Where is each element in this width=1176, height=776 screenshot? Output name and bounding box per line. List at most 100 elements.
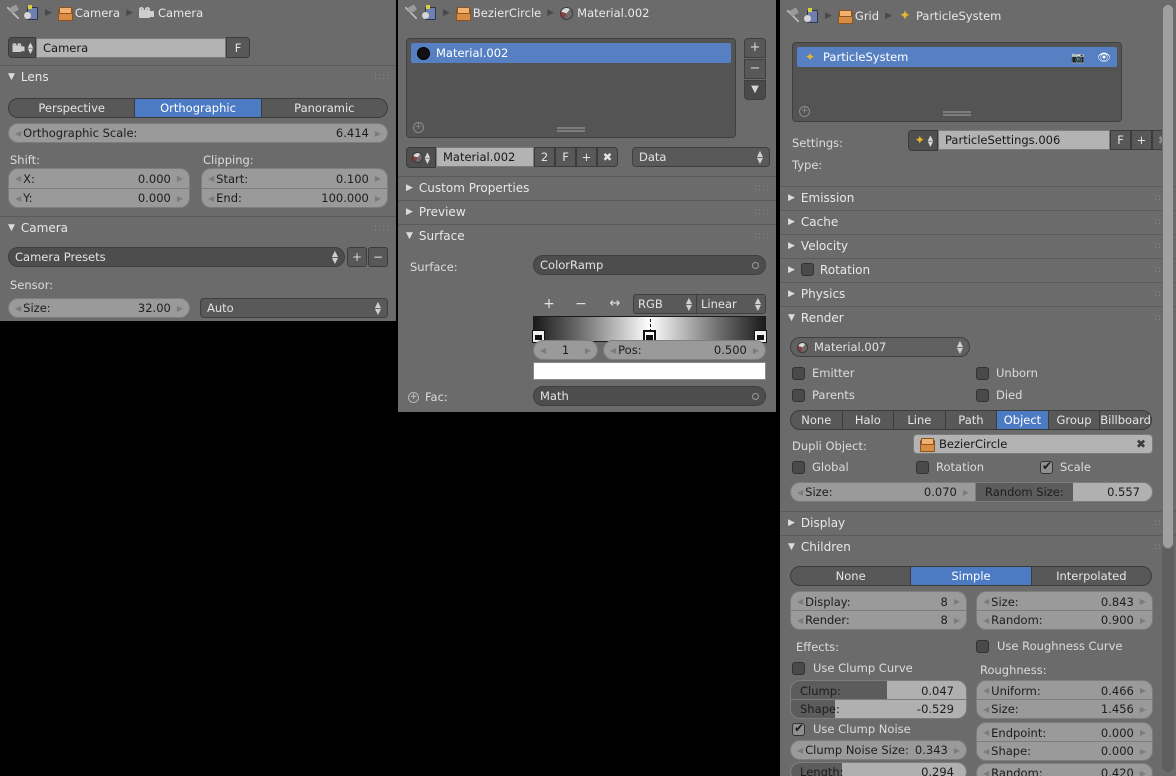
increment-arrow-icon[interactable]: ▶ bbox=[753, 346, 759, 355]
clip-start-field[interactable]: ◀ Start: 0.100 ▶ bbox=[201, 168, 388, 188]
global-checkbox[interactable] bbox=[792, 460, 805, 474]
increment-arrow-icon[interactable]: ▶ bbox=[954, 616, 960, 625]
roughness-size-field[interactable]: ◀ Size: 1.456 ▶ bbox=[976, 699, 1153, 719]
breadcrumb-object[interactable]: Grid bbox=[855, 9, 879, 23]
editor-type-icon[interactable] bbox=[24, 5, 39, 20]
increment-arrow-icon[interactable]: ▶ bbox=[1140, 728, 1146, 737]
breadcrumb-object[interactable]: BezierCircle bbox=[473, 6, 541, 20]
clump-noise-size-field[interactable]: ◀ Clump Noise Size: 0.343 ▶ bbox=[790, 740, 967, 760]
render-as-halo[interactable]: Halo bbox=[842, 410, 895, 430]
ramp-pos-field[interactable]: ◀ Pos: 0.500 ▶ bbox=[603, 340, 766, 360]
roughness-shape-field[interactable]: ◀ Shape: 0.000 ▶ bbox=[976, 741, 1153, 761]
render-visibility-camera-icon[interactable]: 📷 bbox=[1071, 51, 1085, 64]
section-header-lens[interactable]: ▼ Lens :::: bbox=[0, 66, 396, 88]
grip-dots-icon[interactable]: :::: bbox=[754, 231, 769, 240]
section-header-custom-properties[interactable]: ▶ Custom Properties :::: bbox=[398, 176, 776, 198]
fac-node-dropdown[interactable]: Math bbox=[533, 386, 766, 406]
children-size-field[interactable]: ◀ Size: 0.843 ▶ bbox=[976, 591, 1153, 611]
render-as-billboard[interactable]: Billboard bbox=[1100, 410, 1152, 430]
unlink-material-button[interactable]: ✖ bbox=[597, 147, 618, 167]
remove-material-slot-button[interactable]: − bbox=[744, 59, 766, 79]
increment-arrow-icon[interactable]: ▶ bbox=[375, 174, 381, 183]
lens-type-orthographic[interactable]: Orthographic bbox=[135, 98, 262, 118]
children-mode-none[interactable]: None bbox=[790, 566, 912, 586]
render-emitter-toggle[interactable]: Emitter bbox=[792, 366, 855, 380]
particle-panel-scrollbar[interactable] bbox=[1162, 4, 1174, 772]
render-as-object[interactable]: Object bbox=[997, 410, 1049, 430]
flip-ramp-button[interactable]: ↔ bbox=[597, 296, 633, 311]
children-render-field[interactable]: ◀ Render: 8 ▶ bbox=[790, 610, 967, 630]
clump-shape-slider[interactable]: Shape: -0.529 bbox=[790, 699, 967, 719]
add-ramp-stop-button[interactable]: + bbox=[533, 296, 565, 312]
increment-arrow-icon[interactable]: ▶ bbox=[375, 194, 381, 203]
object-size-field[interactable]: ◀ Size: 0.070 ▶ bbox=[790, 482, 975, 502]
ramp-color-mode-dropdown[interactable]: RGB ▲ ▼ bbox=[633, 293, 697, 314]
use-clump-curve-toggle[interactable]: Use Clump Curve bbox=[792, 661, 913, 675]
use-roughness-curve-toggle[interactable]: Use Roughness Curve bbox=[976, 639, 1122, 653]
camera-presets-dropdown[interactable]: Camera Presets ▲ ▼ bbox=[8, 247, 345, 267]
lens-type-panoramic[interactable]: Panoramic bbox=[261, 98, 388, 118]
material-fake-user-button[interactable]: F bbox=[555, 147, 576, 167]
children-display-field[interactable]: ◀ Display: 8 ▶ bbox=[790, 591, 967, 611]
camera-fake-user-button[interactable]: F bbox=[226, 37, 250, 58]
render-material-dropdown[interactable]: Material.007 ▲ ▼ bbox=[790, 337, 970, 357]
render-as-segmented[interactable]: None Halo Line Path Object Group Billboa… bbox=[790, 410, 1152, 430]
render-parents-toggle[interactable]: Parents bbox=[792, 388, 855, 402]
increment-arrow-icon[interactable]: ▶ bbox=[1140, 747, 1146, 756]
children-random-field[interactable]: ◀ Random: 0.900 ▶ bbox=[976, 610, 1153, 630]
scale-checkbox[interactable] bbox=[1040, 459, 1053, 474]
increment-arrow-icon[interactable]: ▶ bbox=[1140, 597, 1146, 606]
list-resize-grip[interactable] bbox=[943, 111, 971, 116]
random-size-slider[interactable]: Random Size: 0.557 bbox=[975, 482, 1153, 502]
grip-dots-icon[interactable]: :::: bbox=[754, 183, 769, 192]
roughness-random-field[interactable]: ◀ Random: 0.420 ▶ bbox=[976, 763, 1153, 776]
section-header-emission[interactable]: ▶ Emission :::: bbox=[780, 186, 1176, 208]
rotation-enable-checkbox[interactable] bbox=[800, 263, 814, 276]
breadcrumb-object[interactable]: Camera bbox=[75, 6, 120, 20]
increment-arrow-icon[interactable]: ▶ bbox=[1140, 686, 1146, 695]
particle-settings-name-field[interactable]: ParticleSettings.006 bbox=[938, 130, 1110, 150]
render-scale-toggle[interactable]: Scale bbox=[1040, 459, 1091, 474]
increment-arrow-icon[interactable]: ▶ bbox=[1140, 705, 1146, 714]
colorramp-widget[interactable] bbox=[532, 316, 767, 343]
particle-system-list[interactable]: ✦ ParticleSystem 📷 👁 + bbox=[792, 42, 1122, 122]
increment-arrow-icon[interactable]: ▶ bbox=[177, 174, 183, 183]
section-header-surface[interactable]: ▼ Surface :::: bbox=[398, 224, 776, 246]
increment-arrow-icon[interactable]: ▶ bbox=[954, 597, 960, 606]
render-as-group[interactable]: Group bbox=[1048, 410, 1101, 430]
ramp-interpolation-dropdown[interactable]: Linear ▲ ▼ bbox=[697, 293, 766, 314]
roughness-uniform-field[interactable]: ◀ Uniform: 0.466 ▶ bbox=[976, 680, 1153, 700]
shift-x-field[interactable]: ◀ X: 0.000 ▶ bbox=[8, 168, 190, 188]
add-slot-icon[interactable]: + bbox=[799, 106, 810, 117]
use-roughness-curve-checkbox[interactable] bbox=[976, 639, 989, 653]
list-resize-grip[interactable] bbox=[557, 127, 585, 132]
roughness-endpoint-field[interactable]: ◀ Endpoint: 0.000 ▶ bbox=[976, 722, 1153, 742]
list-item[interactable]: Material.002 bbox=[411, 43, 731, 63]
increment-arrow-icon[interactable]: ▶ bbox=[585, 346, 591, 355]
render-as-path[interactable]: Path bbox=[945, 410, 998, 430]
remove-ramp-stop-button[interactable]: − bbox=[565, 296, 597, 312]
render-unborn-toggle[interactable]: Unborn bbox=[976, 366, 1038, 380]
children-mode-segmented[interactable]: None Simple Interpolated bbox=[790, 566, 1152, 586]
section-header-camera[interactable]: ▼ Camera :::: bbox=[0, 216, 396, 238]
parents-checkbox[interactable] bbox=[792, 388, 805, 402]
increment-arrow-icon[interactable]: ▶ bbox=[963, 488, 969, 497]
section-header-preview[interactable]: ▶ Preview :::: bbox=[398, 200, 776, 222]
use-clump-curve-checkbox[interactable] bbox=[792, 661, 805, 675]
dupli-object-field[interactable]: BezierCircle ✖ bbox=[913, 434, 1153, 454]
camera-datablock-browse-button[interactable]: ▲ ▼ bbox=[8, 37, 36, 58]
new-particle-settings-button[interactable]: + bbox=[1131, 130, 1152, 150]
grip-dots-icon[interactable]: :::: bbox=[754, 207, 769, 216]
section-header-render[interactable]: ▼ Render :::: bbox=[780, 306, 1176, 328]
increment-arrow-icon[interactable]: ▶ bbox=[375, 129, 381, 138]
pin-icon[interactable] bbox=[6, 6, 20, 20]
died-checkbox[interactable] bbox=[976, 388, 989, 402]
children-mode-simple[interactable]: Simple bbox=[911, 566, 1032, 586]
render-as-none[interactable]: None bbox=[790, 410, 843, 430]
add-material-slot-button[interactable]: + bbox=[744, 38, 766, 58]
render-died-toggle[interactable]: Died bbox=[976, 388, 1022, 402]
viewport-visibility-eye-icon[interactable]: 👁 bbox=[1097, 51, 1111, 64]
pin-icon[interactable] bbox=[786, 9, 800, 23]
children-mode-interpolated[interactable]: Interpolated bbox=[1031, 566, 1152, 586]
material-slot-list[interactable]: Material.002 + bbox=[406, 38, 736, 138]
